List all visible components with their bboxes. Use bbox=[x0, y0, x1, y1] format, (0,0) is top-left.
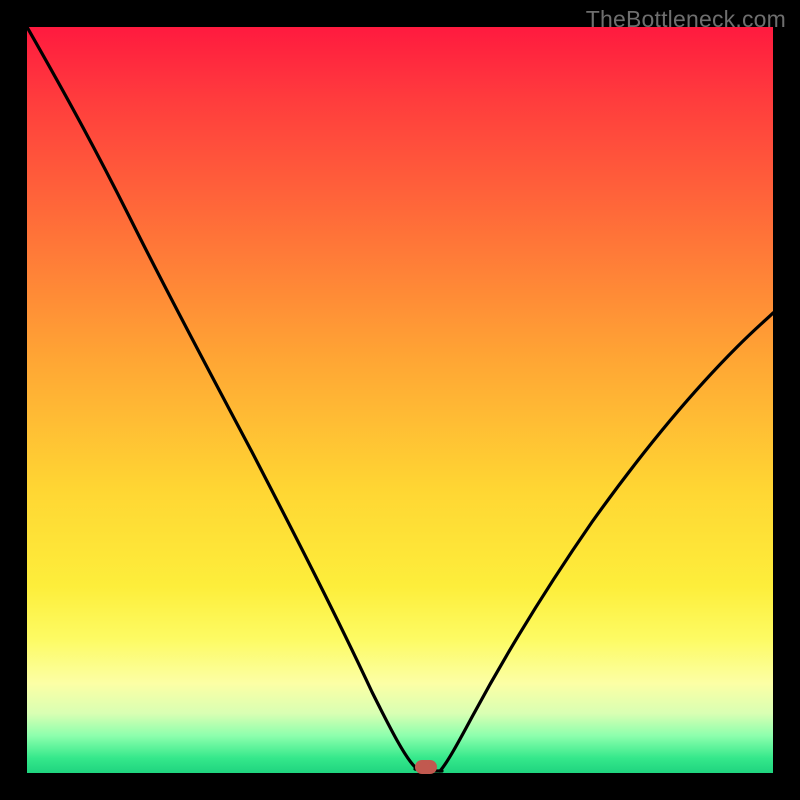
plot-area bbox=[27, 27, 773, 773]
optimal-point-marker bbox=[415, 760, 437, 774]
bottleneck-curve bbox=[27, 27, 773, 773]
chart-frame: TheBottleneck.com bbox=[0, 0, 800, 800]
watermark-text: TheBottleneck.com bbox=[586, 6, 786, 33]
curve-right-branch bbox=[440, 313, 773, 771]
curve-left-branch bbox=[27, 27, 422, 769]
